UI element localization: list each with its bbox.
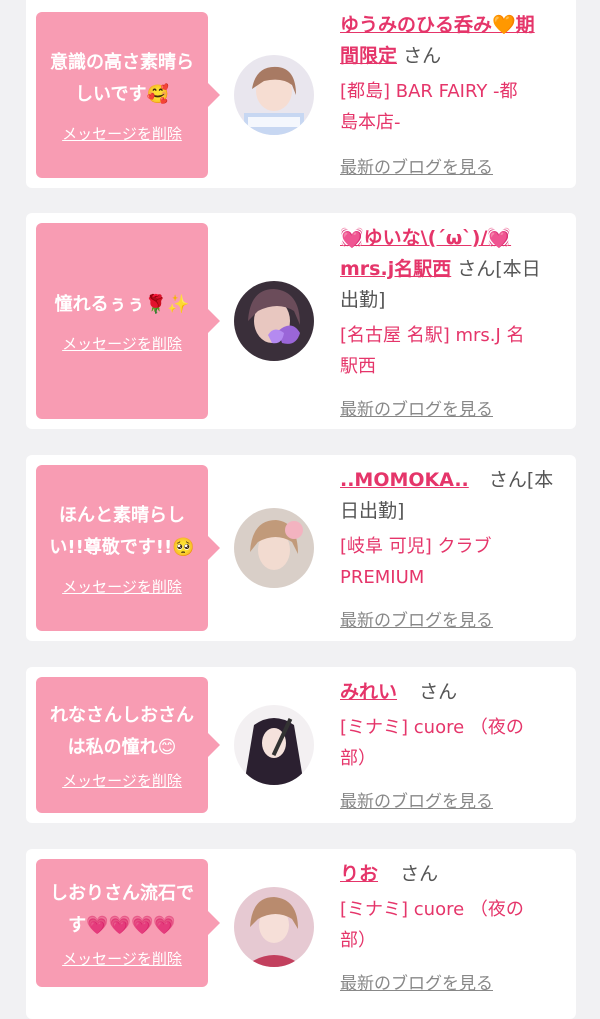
sender-name-link[interactable]: ゆうみのひる呑み🧡期: [340, 14, 535, 36]
delete-message-link[interactable]: メッセージを削除: [62, 948, 182, 969]
message-card: れなさんしおさん は私の憧れ😊 メッセージを削除 みれい さん [ミナミ] cu…: [26, 667, 576, 823]
sender-name-link[interactable]: 💓ゆいな\(´ω`)/💓: [340, 227, 511, 249]
message-bubble: 意識の高さ素晴らしいです🥰 メッセージを削除: [36, 12, 220, 178]
latest-blog-link[interactable]: 最新のブログを見る: [340, 395, 493, 420]
delete-message-link[interactable]: メッセージを削除: [62, 770, 182, 791]
sender-info: ゆうみのひる呑み🧡期 間限定 さん [都島] BAR FAIRY -都 島本店-: [340, 10, 570, 138]
sender-info: りお さん [ミナミ] cuore （夜の 部）: [340, 859, 570, 956]
shop-info-2: PREMIUM: [340, 567, 425, 588]
message-bubble: ほんと素晴らし い!!尊敬です!!🥺 メッセージを削除: [36, 465, 220, 631]
message-card: 憧れるぅぅ🌹✨ メッセージを削除 💓ゆいな\(´ω`)/💓 mrs.j名駅西 さ…: [26, 213, 576, 429]
sender-name-link[interactable]: りお: [340, 863, 378, 885]
shop-info-2: 部）: [340, 748, 376, 769]
message-bubble: 憧れるぅぅ🌹✨ メッセージを削除: [36, 223, 220, 419]
sender-info: ..MOMOKA.. さん[本 日出勤] [岐阜 可児] クラブ PREMIUM: [340, 465, 570, 593]
sender-name-link-2[interactable]: mrs.j名駅西: [340, 258, 451, 280]
message-text: れなさんしおさん: [50, 704, 194, 726]
latest-blog-link[interactable]: 最新のブログを見る: [340, 606, 493, 631]
shop-info: [ミナミ] cuore （夜の: [340, 899, 524, 920]
honorific-2: 日出勤]: [340, 500, 405, 522]
latest-blog-link[interactable]: 最新のブログを見る: [340, 153, 493, 178]
message-text: ほんと素晴らし: [59, 504, 185, 526]
honorific: さん[本: [488, 469, 554, 491]
sender-info: みれい さん [ミナミ] cuore （夜の 部）: [340, 677, 570, 774]
message-card: ほんと素晴らし い!!尊敬です!!🥺 メッセージを削除 ..MOMOKA.. さ…: [26, 455, 576, 641]
message-bubble: れなさんしおさん は私の憧れ😊 メッセージを削除: [36, 677, 220, 813]
message-text: 意識の高さ素晴らしいです🥰: [50, 51, 194, 105]
latest-blog-link[interactable]: 最新のブログを見る: [340, 787, 493, 812]
message-text: 憧れるぅぅ🌹✨: [54, 293, 190, 315]
shop-info: [岐阜 可児] クラブ: [340, 536, 492, 557]
avatar[interactable]: [234, 508, 314, 588]
message-text-2: は私の憧れ😊: [67, 736, 177, 758]
message-card: 意識の高さ素晴らしいです🥰 メッセージを削除 ゆうみのひる呑み🧡期 間限定 さん…: [26, 0, 576, 188]
delete-message-link[interactable]: メッセージを削除: [62, 576, 182, 597]
message-card: しおりさん流石で す💗💗💗💗 メッセージを削除 りお さん [ミナミ] cuor…: [26, 849, 576, 1019]
delete-message-link[interactable]: メッセージを削除: [62, 333, 182, 354]
shop-info: [都島] BAR FAIRY -都: [340, 81, 518, 102]
latest-blog-link[interactable]: 最新のブログを見る: [340, 969, 493, 994]
avatar[interactable]: [234, 887, 314, 967]
sender-name-link-2[interactable]: 間限定: [340, 45, 397, 67]
honorific: さん: [403, 45, 442, 67]
honorific: さん: [419, 681, 458, 703]
honorific-2: 出勤]: [340, 289, 386, 311]
sender-name-link[interactable]: ..MOMOKA..: [340, 469, 469, 491]
honorific: さん[本日: [457, 258, 541, 280]
message-text-2: す💗💗💗💗: [68, 914, 176, 936]
message-text: しおりさん流石で: [50, 882, 194, 904]
message-text-2: い!!尊敬です!!🥺: [49, 536, 195, 558]
shop-info: [名古屋 名駅] mrs.J 名: [340, 325, 525, 346]
message-bubble: しおりさん流石で す💗💗💗💗 メッセージを削除: [36, 859, 220, 987]
honorific: さん: [400, 863, 439, 885]
sender-name-link[interactable]: みれい: [340, 681, 397, 703]
avatar[interactable]: [234, 281, 314, 361]
sender-info: 💓ゆいな\(´ω`)/💓 mrs.j名駅西 さん[本日 出勤] [名古屋 名駅]…: [340, 223, 570, 382]
shop-info-2: 島本店-: [340, 112, 401, 133]
avatar[interactable]: [234, 705, 314, 785]
shop-info-2: 部）: [340, 930, 376, 951]
shop-info: [ミナミ] cuore （夜の: [340, 717, 524, 738]
delete-message-link[interactable]: メッセージを削除: [62, 123, 182, 144]
avatar[interactable]: [234, 55, 314, 135]
shop-info-2: 駅西: [340, 356, 376, 377]
